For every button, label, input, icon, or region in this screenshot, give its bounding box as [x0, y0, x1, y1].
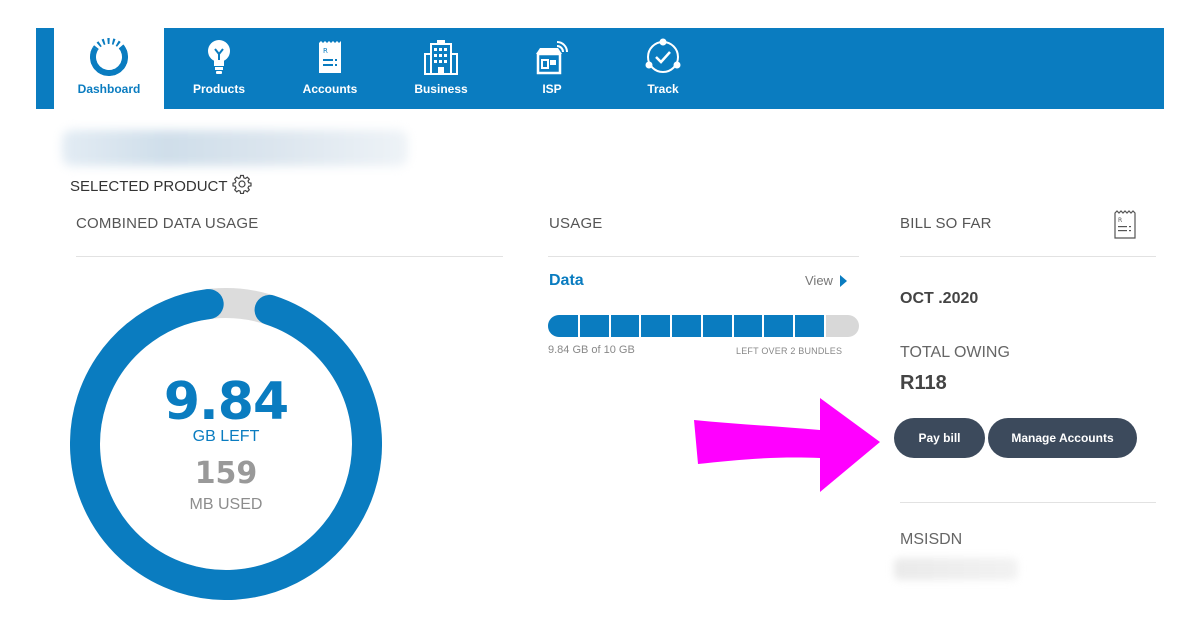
nav-label-accounts: Accounts	[302, 82, 358, 96]
usage-bar-segment-divider	[731, 315, 734, 337]
nav-label-products: Products	[192, 82, 245, 96]
usage-title: USAGE	[549, 215, 603, 232]
caret-right-icon	[839, 274, 847, 287]
gear-icon[interactable]	[231, 174, 252, 198]
divider-msisdn	[900, 502, 1156, 503]
nav-label-isp: ISP	[542, 82, 562, 96]
office-building-icon	[423, 36, 459, 78]
dashboard-page: Dashboard Products R Accounts Business I…	[0, 0, 1200, 628]
track-check-icon	[643, 36, 683, 78]
divider-bill	[900, 256, 1156, 257]
donut-labels: 9.84 GB LEFT 159 MB USED	[70, 288, 382, 600]
selected-product-label: SELECTED PRODUCT	[70, 177, 228, 195]
selected-product-header[interactable]: SELECTED PRODUCT	[70, 174, 252, 198]
nav-label-business: Business	[414, 82, 468, 96]
usage-bar-segment-divider	[823, 315, 826, 337]
data-used-value: 159	[194, 456, 258, 491]
total-owing-amount: R118	[900, 372, 947, 394]
usage-bar-segment-divider	[670, 315, 673, 337]
msisdn-label: MSISDN	[900, 531, 963, 548]
redacted-msisdn	[894, 558, 1018, 580]
divider-combined	[76, 256, 503, 257]
usage-bar-segment-divider	[793, 315, 796, 337]
nav-item-accounts[interactable]: R Accounts	[275, 28, 385, 109]
total-owing-label: TOTAL OWING	[900, 344, 1010, 361]
bill-month: OCT .2020	[900, 290, 979, 307]
nav-label-dashboard: Dashboard	[77, 82, 141, 96]
usage-bar-segment-divider	[762, 315, 765, 337]
usage-bar-segment-divider	[608, 315, 611, 337]
svg-text:R: R	[323, 47, 328, 55]
usage-item-data: Data	[549, 272, 584, 289]
data-used-unit: MB USED	[189, 496, 263, 513]
annotation-arrow	[694, 398, 880, 492]
usage-progress-fill	[548, 315, 825, 337]
data-left-unit: GB LEFT	[192, 428, 260, 445]
nav-item-products[interactable]: Products	[164, 28, 274, 109]
svg-text:R: R	[1118, 217, 1122, 224]
usage-bar-segment-divider	[639, 315, 642, 337]
usage-bundles-caption: LEFT OVER 2 BUNDLES	[736, 346, 843, 356]
usage-caption: 9.84 GB of 10 GB	[548, 344, 635, 356]
nav-label-track: Track	[647, 82, 679, 96]
pay-bill-button[interactable]: Pay bill	[894, 418, 985, 458]
view-link[interactable]: View	[805, 273, 847, 288]
wifi-store-icon	[533, 36, 571, 78]
receipt-icon[interactable]: R	[1113, 210, 1137, 245]
nav-item-business[interactable]: Business	[386, 28, 496, 109]
invoice-icon: R	[316, 36, 344, 78]
nav-item-track[interactable]: Track	[608, 28, 718, 109]
usage-bar-segment-divider	[700, 315, 703, 337]
view-label: View	[805, 273, 833, 288]
nav-item-isp[interactable]: ISP	[497, 28, 607, 109]
usage-bar-segment-divider	[577, 315, 580, 337]
manage-accounts-button[interactable]: Manage Accounts	[988, 418, 1137, 458]
nav-item-dashboard[interactable]: Dashboard	[54, 28, 164, 109]
redacted-account-name	[62, 130, 408, 166]
usage-progress-bar	[548, 315, 859, 337]
bill-title: BILL SO FAR	[900, 215, 992, 232]
lightbulb-icon	[204, 36, 234, 78]
divider-usage	[548, 256, 859, 257]
data-left-value: 9.84	[163, 372, 289, 432]
dashboard-ring-icon	[88, 36, 130, 78]
combined-data-title: COMBINED DATA USAGE	[76, 215, 259, 232]
